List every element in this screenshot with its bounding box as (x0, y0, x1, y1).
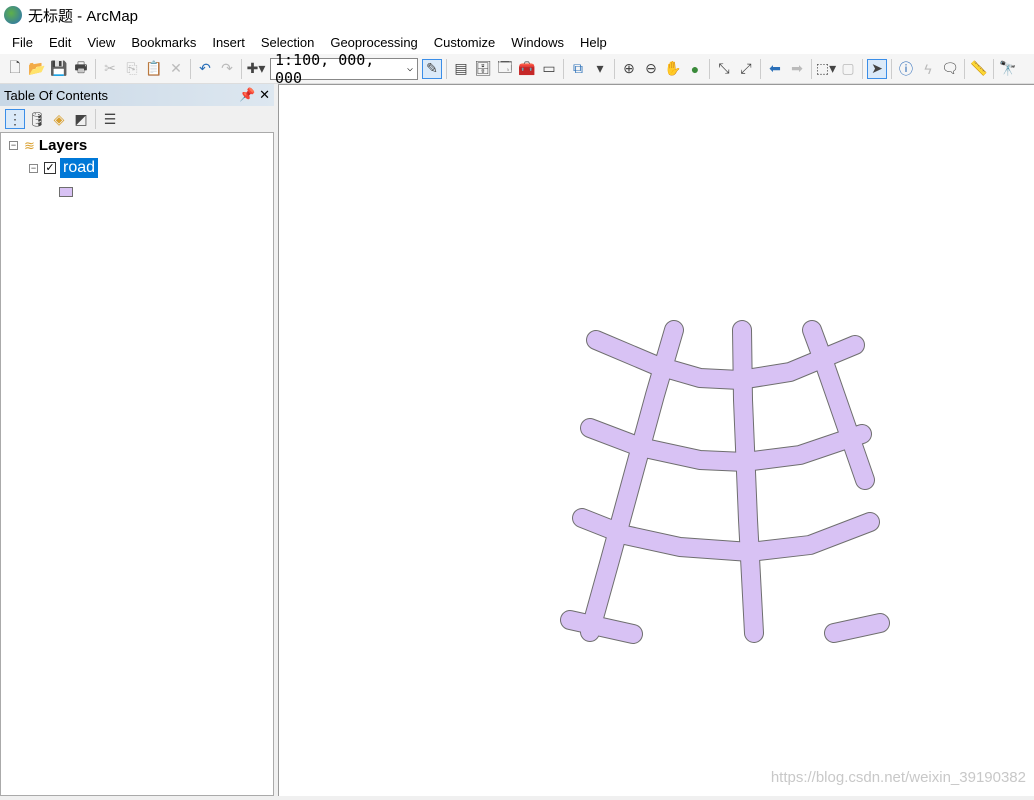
collapse-icon[interactable]: − (29, 163, 38, 173)
hyperlink-icon[interactable]: ϟ (918, 59, 938, 79)
menu-bar: File Edit View Bookmarks Insert Selection Geop… (0, 30, 1034, 54)
open-icon[interactable]: 📂 (27, 59, 47, 79)
collapse-icon[interactable]: − (9, 141, 18, 150)
print-icon[interactable]: 🖶 (71, 59, 91, 79)
window-title: 无标题 - ArcMap (28, 7, 139, 25)
fixed-zoom-in-icon[interactable]: ⤡ (714, 59, 734, 79)
select-elements-icon[interactable]: ➤ (867, 58, 887, 79)
html-popup-icon[interactable]: 🗨 (940, 59, 960, 79)
list-by-drawing-order-icon[interactable]: ⋮ (5, 109, 25, 129)
menu-edit[interactable]: Edit (41, 35, 79, 50)
fixed-zoom-out-icon[interactable]: ⤢ (736, 59, 756, 79)
editor-toolbar-icon[interactable]: ✎ (422, 58, 442, 79)
new-icon[interactable]: 🗋 (5, 59, 25, 79)
map-scale-value: 1:100, 000, 000 (275, 50, 375, 87)
road-features (560, 320, 890, 644)
identify-icon[interactable]: ⓘ (896, 59, 916, 79)
cut-icon[interactable]: ✂ (100, 59, 120, 79)
road-feature (581, 321, 683, 641)
modelbuilder-icon[interactable]: ⧉ (568, 59, 588, 79)
copy-icon[interactable]: ⎘ (122, 59, 142, 79)
menu-help[interactable]: Help (572, 35, 615, 50)
menu-bookmarks[interactable]: Bookmarks (123, 35, 204, 50)
road-feature (825, 614, 889, 642)
menu-customize[interactable]: Customize (426, 35, 503, 50)
pin-icon[interactable]: 📌 (239, 87, 255, 102)
chevron-down-icon: ⌵ (406, 63, 413, 74)
toolbar-overflow-icon[interactable]: ▾ (590, 59, 610, 79)
menu-file[interactable]: File (4, 35, 41, 50)
clear-selection-icon[interactable]: ▢ (838, 59, 858, 79)
back-icon[interactable]: ⬅ (765, 59, 785, 79)
list-by-source-icon[interactable]: 🛢 (27, 109, 47, 129)
menu-selection[interactable]: Selection (253, 35, 322, 50)
zoom-out-icon[interactable]: ⊖ (641, 59, 661, 79)
python-icon[interactable]: ▭ (539, 59, 559, 79)
find-icon[interactable]: 🔭 (998, 59, 1018, 79)
list-by-visibility-icon[interactable]: ◈ (49, 109, 69, 129)
map-view[interactable]: https://blog.csdn.net/weixin_39190382 (278, 84, 1034, 796)
full-extent-icon[interactable]: ● (685, 59, 705, 79)
title-bar: 无标题 - ArcMap (0, 0, 1034, 30)
road-symbol-swatch[interactable] (59, 187, 73, 197)
watermark: https://blog.csdn.net/weixin_39190382 (770, 769, 1026, 786)
options-icon[interactable]: ☰ (100, 109, 120, 129)
close-icon[interactable]: ✕ (259, 87, 270, 102)
standard-toolbar: 🗋 📂 💾 🖶 ✂ ⎘ 📋 ✕ ↶ ↷ ✚▾ 1:100, 000, 000 ⌵ … (0, 51, 1034, 87)
layer-visibility-checkbox[interactable]: ✓ (44, 162, 56, 174)
redo-icon[interactable]: ↷ (217, 59, 237, 79)
layer-road[interactable]: road (60, 158, 99, 178)
menu-windows[interactable]: Windows (503, 35, 572, 50)
delete-icon[interactable]: ✕ (166, 59, 186, 79)
table-of-contents: Table Of Contents 📌 ✕ ⋮ 🛢 ◈ ◩ ☰ − ≋ Layer… (0, 84, 274, 796)
menu-geoprocessing[interactable]: Geoprocessing (322, 35, 425, 50)
toc-tree: − ≋ Layers − ✓ road (0, 132, 274, 796)
add-data-icon[interactable]: ✚▾ (246, 59, 266, 79)
arctoolbox-icon[interactable]: 🧰 (517, 59, 537, 79)
catalog-icon[interactable]: 🗄 (473, 59, 493, 79)
save-icon[interactable]: 💾 (49, 59, 69, 79)
search-window-icon[interactable]: 🗔 (495, 59, 515, 79)
menu-view[interactable]: View (79, 35, 123, 50)
paste-icon[interactable]: 📋 (144, 59, 164, 79)
menu-insert[interactable]: Insert (204, 35, 253, 50)
table-icon[interactable]: ▤ (451, 59, 471, 79)
data-frame-label[interactable]: Layers (39, 137, 87, 154)
select-features-icon[interactable]: ⬚▾ (816, 59, 836, 79)
map-scale-combo[interactable]: 1:100, 000, 000 ⌵ (270, 51, 418, 87)
undo-icon[interactable]: ↶ (195, 59, 215, 79)
forward-icon[interactable]: ➡ (787, 59, 807, 79)
zoom-in-icon[interactable]: ⊕ (619, 59, 639, 79)
toc-title: Table Of Contents (4, 87, 109, 103)
layers-icon: ≋ (24, 137, 35, 153)
arcmap-icon (4, 6, 22, 24)
measure-icon[interactable]: 📏 (969, 59, 989, 79)
list-by-selection-icon[interactable]: ◩ (71, 109, 91, 129)
pan-icon[interactable]: ✋ (663, 59, 683, 79)
